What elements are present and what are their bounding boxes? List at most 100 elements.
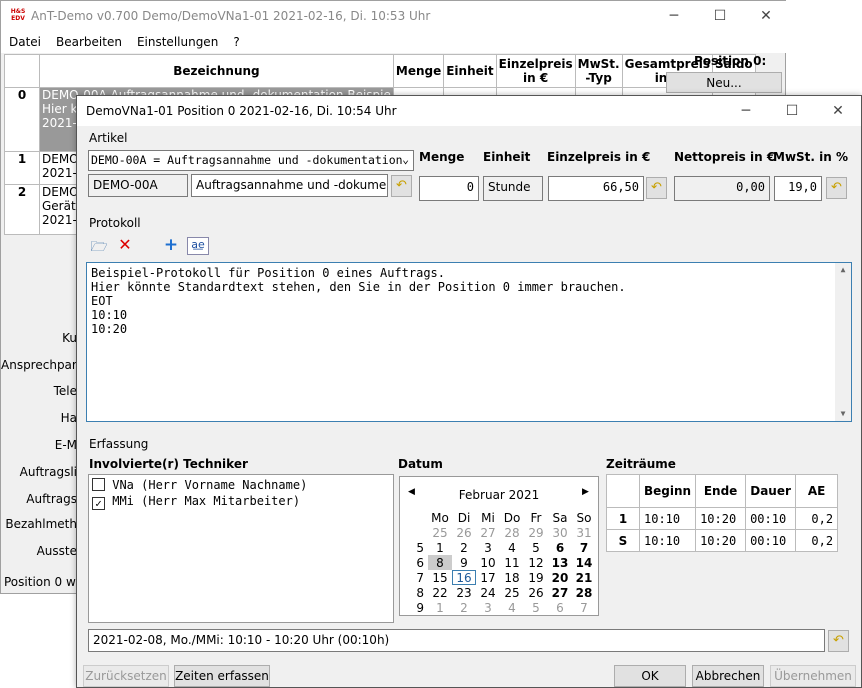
calendar-day[interactable]: 28 [500, 525, 524, 540]
menu-help[interactable]: ? [233, 35, 239, 49]
calendar-day[interactable]: 31 [572, 525, 596, 540]
table-row[interactable]: 1 10:10 10:20 00:10 0,2 [606, 507, 839, 530]
undo-icon[interactable]: ↶ [828, 630, 849, 652]
calendar-day[interactable]: 22 [428, 585, 452, 600]
checkbox-unchecked[interactable] [92, 478, 105, 491]
calendar-day[interactable]: 2 [452, 540, 476, 555]
cell-ende[interactable]: 10:20 [695, 507, 747, 530]
dialog-maximize-button[interactable]: ☐ [769, 96, 815, 127]
calendar-day[interactable]: 1 [428, 540, 452, 555]
techniker-item[interactable]: ✓ MMi (Herr Max Mitarbeiter) [92, 494, 300, 510]
calendar-day[interactable]: 25 [500, 585, 524, 600]
menu-bearbeiten[interactable]: Bearbeiten [56, 35, 122, 49]
cell-beginn[interactable]: 10:10 [638, 507, 697, 530]
einzelpreis-field[interactable]: 66,50 [548, 176, 644, 201]
checkbox-checked-icon[interactable]: ✓ [92, 497, 105, 510]
calendar-day[interactable]: 7 [572, 540, 596, 555]
calendar-day[interactable]: 20 [548, 570, 572, 585]
calendar-day[interactable]: 9 [452, 555, 476, 570]
calendar-day[interactable]: 4 [500, 600, 524, 615]
artikel-name-field[interactable]: Auftragsannahme und -dokumentation [191, 174, 388, 197]
scroll-down-icon[interactable]: ▼ [835, 407, 851, 421]
calendar-day[interactable]: 7 [572, 600, 596, 615]
col-einzelpreis[interactable]: Einzelpreis in € [495, 54, 576, 88]
col-ae[interactable]: AE [795, 474, 839, 508]
menge-field[interactable]: 0 [419, 176, 479, 201]
minimize-button[interactable]: ─ [651, 1, 697, 32]
col-bezeichnung[interactable]: Bezeichnung [39, 54, 394, 88]
maximize-button[interactable]: ☐ [697, 1, 743, 32]
dialog-close-button[interactable]: ✕ [815, 96, 861, 127]
mwst-field[interactable]: 19,0 [774, 176, 822, 201]
calendar-day[interactable]: 18 [500, 570, 524, 585]
calendar-day[interactable]: 6 [548, 600, 572, 615]
calendar-day[interactable]: 5 [524, 600, 548, 615]
calendar-day[interactable]: 27 [548, 585, 572, 600]
new-button[interactable]: Neu... [666, 72, 782, 93]
menu-einstellungen[interactable]: Einstellungen [137, 35, 218, 49]
artikel-code-field[interactable]: DEMO-00A [88, 174, 188, 197]
zeiten-erfassen-button[interactable]: Zeiten erfassen [174, 665, 270, 687]
calendar-day[interactable]: 15 [428, 570, 452, 585]
col-mwst[interactable]: MwSt. -Typ [574, 54, 623, 88]
techniker-item[interactable]: VNa (Herr Vorname Nachname) [92, 478, 307, 492]
artikel-select[interactable]: DEMO-00A = Auftragsannahme und -dokument… [88, 150, 414, 171]
undo-icon[interactable]: ↶ [826, 177, 847, 199]
calendar-day[interactable]: 17 [476, 570, 500, 585]
reset-button[interactable]: Zurücksetzen [83, 665, 169, 687]
calendar-day[interactable]: 4 [500, 540, 524, 555]
calendar-day[interactable]: 3 [476, 540, 500, 555]
protokoll-scrollbar[interactable]: ▲ ▼ [835, 263, 851, 421]
cell-dauer[interactable]: 00:10 [745, 507, 797, 530]
calendar-day[interactable]: 14 [572, 555, 596, 570]
ok-button[interactable]: OK [614, 665, 686, 687]
open-folder-icon[interactable]: 🗁 [89, 236, 109, 257]
col-beginn[interactable]: Beginn [638, 474, 697, 508]
apply-button[interactable]: Übernehmen [770, 665, 856, 687]
calendar-day[interactable]: 21 [572, 570, 596, 585]
add-icon[interactable]: + [161, 235, 181, 256]
calendar-day[interactable]: 28 [572, 585, 596, 600]
einheit-field[interactable]: Stunde [483, 176, 543, 201]
close-button[interactable]: ✕ [743, 1, 789, 32]
calendar-day[interactable]: 19 [524, 570, 548, 585]
next-month-icon[interactable]: ▶ [582, 487, 589, 497]
calendar-day[interactable]: 5 [524, 540, 548, 555]
calendar-day[interactable]: 23 [452, 585, 476, 600]
calendar-day-today[interactable]: 16 [452, 570, 476, 585]
calendar-day[interactable]: 26 [524, 585, 548, 600]
protokoll-textarea[interactable]: Beispiel-Protokoll für Position 0 eines … [86, 262, 852, 422]
calendar-day[interactable]: 13 [548, 555, 572, 570]
summary-field[interactable]: 2021-02-08, Mo./MMi: 10:10 - 10:20 Uhr (… [88, 629, 825, 652]
calendar-day[interactable]: 26 [452, 525, 476, 540]
calendar-day[interactable]: 11 [500, 555, 524, 570]
dialog-minimize-button[interactable]: ─ [723, 96, 769, 127]
cell-beginn: 10:10 [638, 529, 697, 552]
calendar-day[interactable]: 10 [476, 555, 500, 570]
col-einheit[interactable]: Einheit [443, 54, 497, 88]
menu-datei[interactable]: Datei [9, 35, 41, 49]
col-dauer[interactable]: Dauer [745, 474, 797, 508]
spellcheck-icon[interactable]: a͟e [187, 237, 209, 255]
calendar-day[interactable]: 27 [476, 525, 500, 540]
cell-ae[interactable]: 0,2 [795, 507, 839, 530]
calendar-day[interactable]: 30 [548, 525, 572, 540]
col-menge[interactable]: Menge [392, 54, 445, 88]
undo-icon[interactable]: ↶ [391, 175, 412, 197]
calendar-day-selected[interactable]: 8 [428, 555, 452, 570]
calendar-day[interactable]: 2 [452, 600, 476, 615]
table-row[interactable]: S 10:10 10:20 00:10 0,2 [606, 529, 839, 552]
calendar-day[interactable]: 25 [428, 525, 452, 540]
calendar-day[interactable]: 6 [548, 540, 572, 555]
col-ende[interactable]: Ende [695, 474, 747, 508]
undo-icon[interactable]: ↶ [646, 177, 667, 199]
calendar-day[interactable]: 12 [524, 555, 548, 570]
calendar-day[interactable]: 29 [524, 525, 548, 540]
delete-icon[interactable]: ✕ [115, 235, 135, 256]
calendar-day[interactable]: 3 [476, 600, 500, 615]
cancel-button[interactable]: Abbrechen [692, 665, 764, 687]
calendar-day[interactable]: 1 [428, 600, 452, 615]
scroll-up-icon[interactable]: ▲ [835, 263, 851, 277]
calendar-day[interactable]: 24 [476, 585, 500, 600]
side-label: Tele [53, 384, 77, 398]
